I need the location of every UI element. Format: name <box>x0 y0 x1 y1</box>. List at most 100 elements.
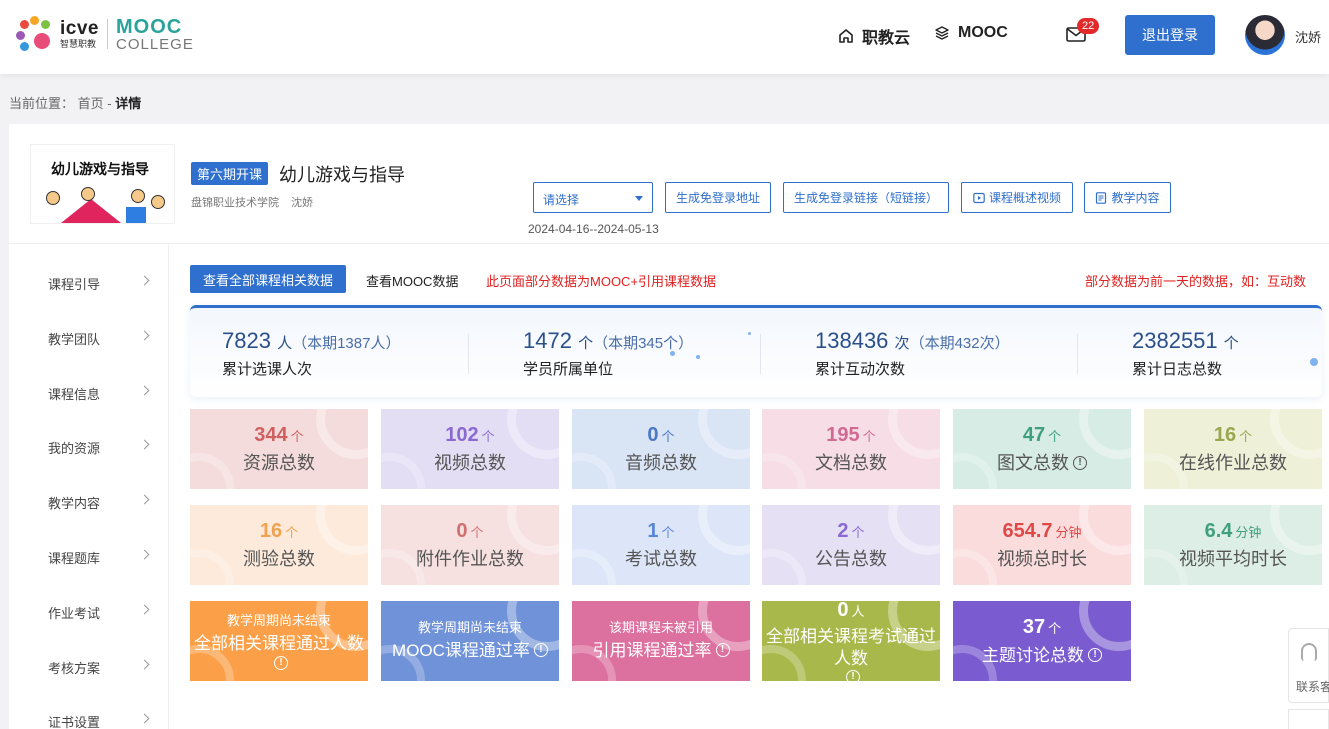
course-cover-image: 幼儿游戏与指导 <box>30 144 175 224</box>
term-tag: 第六期开课 <box>191 162 269 185</box>
avatar[interactable] <box>1245 15 1285 55</box>
sidebar-item-teaching-content[interactable]: 教学内容 <box>48 493 150 512</box>
tile-videos-label: 视频总数 <box>434 453 506 473</box>
info-icon[interactable]: ! <box>715 643 730 657</box>
info-icon[interactable]: ! <box>274 655 288 670</box>
generate-short-link-button[interactable]: 生成免登录链接（短链接） <box>783 182 949 213</box>
breadcrumb-prefix: 当前位置： <box>9 96 75 111</box>
decoration-dot <box>696 355 700 359</box>
breadcrumb-separator: - <box>103 96 116 111</box>
summary-interactions-label: 累计互动次数 <box>815 361 906 378</box>
tile-video-average-duration[interactable]: 6.4 分钟 视频平均时长 <box>1144 505 1322 585</box>
course-org: 盘锦职业技术学院 <box>191 197 279 209</box>
tab-all-course-data[interactable]: 查看全部课程相关数据 <box>190 265 346 293</box>
tile-discussion-topics-label: 主题讨论总数! <box>982 643 1102 668</box>
sidebar-item-question-bank[interactable]: 课程题库 <box>48 548 150 567</box>
tile-discussion-topics[interactable]: 37 个 主题讨论总数! <box>953 601 1131 681</box>
course-date-range: 2024-04-16--2024-05-13 <box>528 222 659 236</box>
chevron-right-icon <box>139 385 150 396</box>
tile-all-course-exam-pass-count[interactable]: 0人 全部相关课程考试通过人数! <box>762 601 940 681</box>
sidebar-item-teaching-team[interactable]: 教学团队 <box>48 329 150 348</box>
decoration-dot <box>748 332 751 335</box>
info-icon[interactable]: ! <box>1088 648 1102 662</box>
tile-resources-label: 资源总数 <box>243 453 315 473</box>
tile-image-text[interactable]: 47 个 图文总数! <box>953 409 1131 489</box>
tile-video-total-duration[interactable]: 654.7 分钟 视频总时长 <box>953 505 1131 585</box>
info-icon[interactable]: ! <box>533 643 548 657</box>
term-select[interactable]: 请选择 <box>533 182 653 213</box>
document-icon <box>1096 191 1107 204</box>
breadcrumb-current: 详情 <box>115 96 142 111</box>
breadcrumb: 当前位置： 首页 - 详情 <box>9 93 141 112</box>
chevron-right-icon <box>139 659 150 670</box>
chevron-right-icon <box>139 275 150 286</box>
tile-exams[interactable]: 1个 考试总数 <box>572 505 750 585</box>
chevron-right-icon <box>139 549 150 560</box>
home-icon <box>839 29 853 43</box>
course-teacher: 沈娇 <box>291 197 313 209</box>
tile-audio-label: 音频总数 <box>625 453 697 473</box>
tile-quizzes[interactable]: 16 个 测验总数 <box>190 505 368 585</box>
logout-button[interactable]: 退出登录 <box>1125 15 1215 55</box>
nav-mooc-label: MOOC <box>958 24 1008 41</box>
summary-divider <box>468 334 469 374</box>
layers-icon <box>935 26 949 40</box>
generate-short-link-label: 生成免登录链接（短链接） <box>793 191 938 205</box>
sidebar-item-course-info[interactable]: 课程信息 <box>48 384 150 403</box>
customer-service-widget[interactable]: 联系客服 <box>1288 628 1329 703</box>
username[interactable]: 沈娇 <box>1295 27 1321 46</box>
chevron-right-icon <box>139 494 150 505</box>
info-icon[interactable]: ! <box>1073 456 1087 470</box>
tile-online-homework-label: 在线作业总数 <box>1179 453 1287 473</box>
info-icon[interactable]: ! <box>846 670 860 681</box>
tile-announcements[interactable]: 2个 公告总数 <box>762 505 940 585</box>
headset-icon <box>1301 643 1317 661</box>
tab-mooc-data[interactable]: 查看MOOC数据 <box>366 271 458 290</box>
icve-mooc-logo[interactable]: icve 智慧职教 MOOC COLLEGE <box>16 14 194 54</box>
chevron-right-icon <box>139 439 150 450</box>
tile-all-course-exam-pass-count-label: 全部相关课程考试通过人数! <box>762 626 940 681</box>
course-header: 幼儿游戏与指导 第六期开课 幼儿游戏与指导 盘锦职业技术学院 沈娇 请选择 生成… <box>9 124 1329 244</box>
tile-all-course-pass-count-label: 全部相关课程通过人数! <box>194 633 364 670</box>
tile-resources[interactable]: 344 个 资源总数 <box>190 409 368 489</box>
logo-divider <box>106 19 108 49</box>
tile-all-course-pass-count[interactable]: 教学周期尚未结束 全部相关课程通过人数! <box>190 601 368 681</box>
tile-referenced-course-pass-rate[interactable]: 该期课程未被引用 引用课程通过率! <box>572 601 750 681</box>
cover-illustration <box>31 187 174 223</box>
tile-videos[interactable]: 102 个 视频总数 <box>381 409 559 489</box>
mail-count-badge: 22 <box>1077 18 1100 34</box>
top-header: icve 智慧职教 MOOC COLLEGE 职教云 MOOC 22 退出登录 … <box>0 0 1329 74</box>
tile-audio[interactable]: 0个 音频总数 <box>572 409 750 489</box>
data-source-note: 此页面部分数据为MOOC+引用课程数据 <box>486 274 717 289</box>
summary-logs-label: 累计日志总数 <box>1132 361 1223 378</box>
previous-day-note: 部分数据为前一天的数据，如：互动数 <box>1085 274 1307 289</box>
feedback-widget[interactable] <box>1288 709 1329 729</box>
breadcrumb-home-link[interactable]: 首页 <box>78 96 104 111</box>
summary-divider <box>760 334 761 374</box>
tile-video-total-duration-label: 视频总时长 <box>997 549 1087 569</box>
tile-video-average-duration-label: 视频平均时长 <box>1179 549 1287 569</box>
customer-service-label: 联系客服 <box>1296 680 1329 694</box>
overview-video-button[interactable]: 课程概述视频 <box>961 182 1073 213</box>
chevron-right-icon <box>139 713 150 724</box>
tile-attachment-homework[interactable]: 0个 附件作业总数 <box>381 505 559 585</box>
tile-mooc-pass-rate[interactable]: 教学周期尚未结束 MOOC课程通过率! <box>381 601 559 681</box>
nav-zhijiaoyun[interactable]: 职教云 <box>838 24 910 48</box>
sidebar-item-certificate-settings[interactable]: 证书设置 <box>48 712 150 729</box>
teaching-content-button[interactable]: 教学内容 <box>1084 182 1171 213</box>
summary-enrollments-label: 累计选课人次 <box>222 361 313 378</box>
sidebar-item-assessment-plan[interactable]: 考核方案 <box>48 658 150 677</box>
generate-login-free-url-button[interactable]: 生成免登录地址 <box>665 182 771 213</box>
logo-icve-subtitle: 智慧职教 <box>60 39 97 49</box>
summary-panel: 7823 人（本期1387人） 累计选课人次 1472 个（本期345个） 学员… <box>190 305 1322 397</box>
tile-documents[interactable]: 195 个 文档总数 <box>762 409 940 489</box>
sidebar-item-my-resources[interactable]: 我的资源 <box>48 438 150 457</box>
sidebar-item-course-guide[interactable]: 课程引导 <box>48 274 150 293</box>
chevron-right-icon <box>139 604 150 615</box>
logo-icve-text: icve <box>60 18 99 39</box>
tile-image-text-label: 图文总数! <box>997 451 1087 475</box>
nav-mooc[interactable]: MOOC <box>934 24 1008 42</box>
tile-online-homework[interactable]: 16 个 在线作业总数 <box>1144 409 1322 489</box>
overview-video-label: 课程概述视频 <box>988 191 1061 205</box>
sidebar-item-homework-exam[interactable]: 作业考试 <box>48 603 150 622</box>
